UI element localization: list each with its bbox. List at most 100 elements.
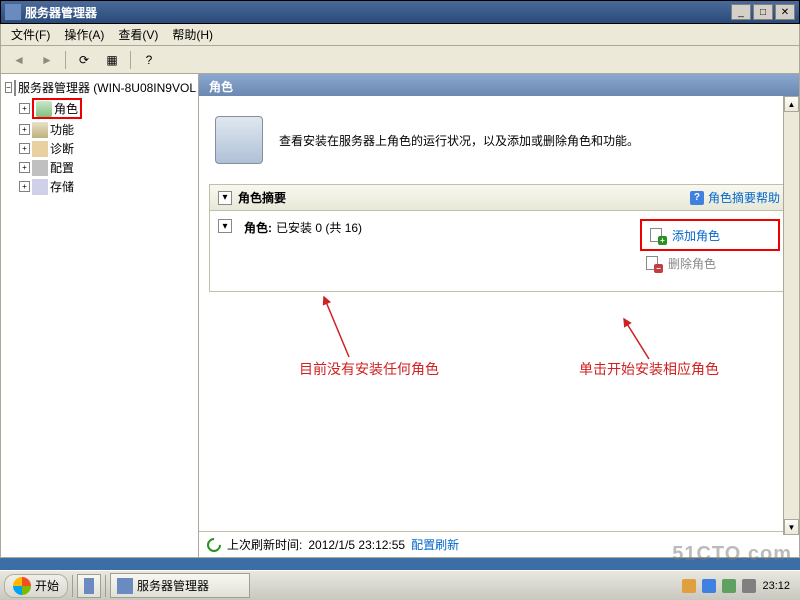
menu-help[interactable]: 帮助(H) (166, 24, 219, 45)
minimize-button[interactable]: _ (731, 4, 751, 20)
refresh-icon (204, 535, 224, 555)
expand-icon[interactable]: + (19, 143, 30, 154)
refresh-button[interactable]: ⟳ (72, 49, 96, 71)
content-panel: 角色 查看安装在服务器上角色的运行状况，以及添加或删除角色和功能。 ▾ 角色摘要… (199, 74, 799, 557)
config-refresh-link[interactable]: 配置刷新 (411, 536, 459, 553)
clock[interactable]: 23:12 (762, 580, 790, 592)
roles-icon (36, 101, 52, 117)
back-button: ◄ (7, 49, 31, 71)
expand-icon[interactable]: + (19, 162, 30, 173)
help-icon: ? (690, 191, 704, 205)
tree-diagnostics[interactable]: + 诊断 (3, 139, 196, 158)
system-tray: 23:12 (676, 579, 796, 593)
menu-view[interactable]: 查看(V) (112, 24, 164, 45)
app-icon (5, 4, 21, 20)
annotation-arrow-2 (619, 314, 659, 364)
server-icon (14, 80, 16, 96)
summary-help-link[interactable]: ? 角色摘要帮助 (690, 189, 780, 206)
remove-role-link: − 删除角色 (640, 251, 780, 275)
properties-button[interactable]: ▦ (100, 49, 124, 71)
watermark: 51CTO.com (672, 543, 792, 566)
expand-icon[interactable]: + (19, 124, 30, 135)
role-description-text: 查看安装在服务器上角色的运行状况，以及添加或删除角色和功能。 (279, 132, 639, 149)
server-large-icon (215, 116, 263, 164)
tree-storage[interactable]: + 存储 (3, 177, 196, 196)
annotation-click-install: 单击开始安装相应角色 (579, 359, 719, 379)
start-button[interactable]: 开始 (4, 574, 68, 598)
expand-icon[interactable]: + (19, 181, 30, 192)
tree-features[interactable]: + 功能 (3, 120, 196, 139)
help-button[interactable]: ? (137, 49, 161, 71)
tree-storage-label: 存储 (50, 178, 74, 195)
highlight-box: 角色 (32, 98, 82, 119)
last-refresh-time: 2012/1/5 23:12:55 (308, 538, 405, 552)
summary-title: 角色摘要 (238, 189, 690, 206)
expand-icon[interactable]: − (5, 82, 12, 93)
taskbar-separator (72, 575, 73, 597)
toolbar-separator (65, 51, 66, 69)
maximize-button[interactable]: □ (753, 4, 773, 20)
taskbar-app-label: 服务器管理器 (137, 577, 209, 594)
expand-icon[interactable]: + (19, 103, 30, 114)
forward-button: ► (35, 49, 59, 71)
taskbar-app-button[interactable]: 服务器管理器 (110, 573, 250, 598)
tree-root[interactable]: − 服务器管理器 (WIN-8U08IN9VOL (3, 78, 196, 97)
main-area: − 服务器管理器 (WIN-8U08IN9VOL + 角色 + 功能 + 诊断 … (0, 74, 800, 558)
tree-config-label: 配置 (50, 159, 74, 176)
collapse-button[interactable]: ▾ (218, 191, 232, 205)
start-label: 开始 (35, 577, 59, 594)
app-icon (84, 578, 94, 594)
tree-config[interactable]: + 配置 (3, 158, 196, 177)
content-header: 角色 (199, 74, 799, 96)
role-actions: + 添加角色 − 删除角色 (640, 219, 780, 275)
remove-role-icon: − (644, 254, 662, 272)
roles-count: 角色: 已安装 0 (共 16) (244, 219, 362, 236)
features-icon (32, 122, 48, 138)
scroll-up-button[interactable]: ▲ (784, 96, 799, 112)
window-titlebar: 服务器管理器 _ □ ✕ (0, 0, 800, 24)
tree-panel[interactable]: − 服务器管理器 (WIN-8U08IN9VOL + 角色 + 功能 + 诊断 … (1, 74, 199, 557)
network-icon[interactable] (722, 579, 736, 593)
menu-bar: 文件(F) 操作(A) 查看(V) 帮助(H) (0, 24, 800, 46)
roles-label: 角色: (244, 219, 272, 236)
tree-root-label: 服务器管理器 (WIN-8U08IN9VOL (18, 79, 196, 96)
windows-logo-icon (13, 577, 31, 595)
quick-launch-item[interactable] (77, 574, 101, 598)
menu-file[interactable]: 文件(F) (5, 24, 56, 45)
roles-left: ▾ 角色: 已安装 0 (共 16) (218, 219, 640, 275)
diagnostics-icon (32, 141, 48, 157)
add-role-icon: + (648, 226, 666, 244)
role-description-row: 查看安装在服务器上角色的运行状况，以及添加或删除角色和功能。 (199, 96, 799, 184)
summary-bar: ▾ 角色摘要 ? 角色摘要帮助 (209, 184, 789, 211)
tree-diagnostics-label: 诊断 (50, 140, 74, 157)
config-icon (32, 160, 48, 176)
scroll-down-button[interactable]: ▼ (784, 519, 799, 535)
highlight-box: + 添加角色 (640, 219, 780, 251)
window-buttons: _ □ ✕ (731, 4, 795, 20)
last-refresh-label: 上次刷新时间: (227, 536, 302, 553)
taskbar: 开始 服务器管理器 23:12 (0, 570, 800, 600)
app-icon (117, 578, 133, 594)
annotation-no-roles: 目前没有安装任何角色 (299, 359, 439, 379)
annotation-arrow-1 (319, 292, 359, 362)
tree-roles-label: 角色 (54, 100, 78, 117)
vertical-scrollbar[interactable]: ▲ ▼ (783, 96, 799, 535)
add-role-label: 添加角色 (672, 227, 720, 244)
close-button[interactable]: ✕ (775, 4, 795, 20)
remove-role-label: 删除角色 (668, 255, 716, 272)
toolbar-separator (130, 51, 131, 69)
roles-installed-text: 已安装 0 (共 16) (276, 219, 362, 236)
window-title: 服务器管理器 (25, 4, 731, 21)
collapse-button[interactable]: ▾ (218, 219, 232, 233)
menu-action[interactable]: 操作(A) (58, 24, 110, 45)
tray-icon[interactable] (682, 579, 696, 593)
roles-row: ▾ 角色: 已安装 0 (共 16) + 添加角色 − 删除角色 (209, 211, 789, 292)
tree-roles[interactable]: + 角色 (3, 97, 196, 120)
tray-icon[interactable] (702, 579, 716, 593)
tree-features-label: 功能 (50, 121, 74, 138)
volume-icon[interactable] (742, 579, 756, 593)
add-role-link[interactable]: + 添加角色 (644, 223, 776, 247)
summary-help-label: 角色摘要帮助 (708, 189, 780, 206)
taskbar-separator (105, 575, 106, 597)
storage-icon (32, 179, 48, 195)
